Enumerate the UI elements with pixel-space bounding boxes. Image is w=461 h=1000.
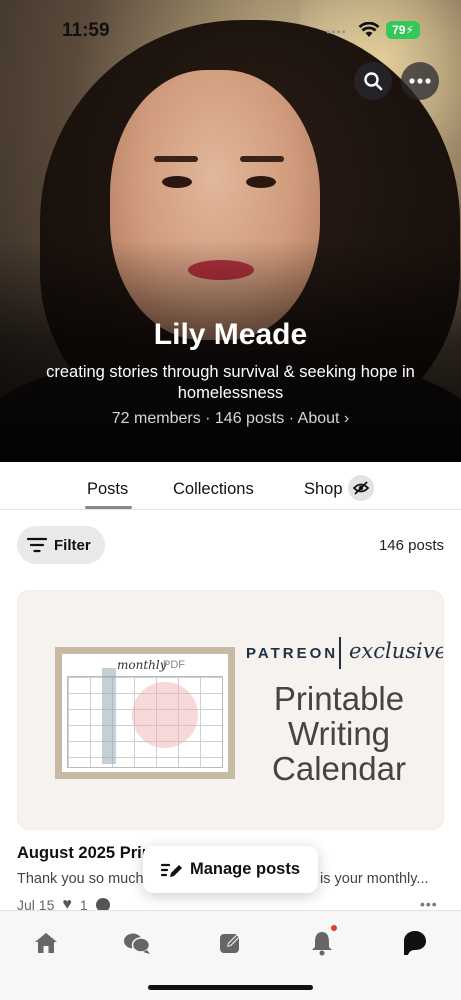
- chevron-right-icon: ›: [339, 410, 350, 427]
- creator-name: Lily Meade: [153, 318, 308, 351]
- nav-create[interactable]: [217, 929, 245, 957]
- post-excerpt-end: is your monthly...: [320, 871, 429, 887]
- more-icon: [409, 78, 431, 84]
- home-indicator: [148, 985, 313, 990]
- exclusive-label: exclusive: [349, 639, 444, 663]
- patreon-wordmark: PATREON: [246, 645, 339, 662]
- more-options-button[interactable]: [401, 62, 439, 100]
- search-button[interactable]: [354, 62, 392, 100]
- eye-left: [162, 176, 192, 188]
- nav-home[interactable]: [32, 929, 60, 957]
- creator-stats: 72 members · 146 posts · About ›: [0, 410, 461, 428]
- wordmark-divider: [339, 637, 341, 669]
- status-bar: 11:59 •••• 79⚡: [0, 0, 461, 60]
- home-icon: [35, 933, 57, 953]
- filter-icon: [27, 537, 47, 553]
- battery-indicator: 79⚡: [386, 21, 420, 39]
- stats-separator: ·: [200, 410, 215, 427]
- calendar-band: [102, 668, 116, 764]
- nav-creator-page[interactable]: [400, 929, 428, 957]
- manage-posts-button[interactable]: Manage posts: [143, 846, 318, 893]
- members-count[interactable]: 72 members: [112, 410, 201, 427]
- tab-posts[interactable]: Posts: [87, 480, 128, 499]
- wifi-icon: [358, 22, 380, 37]
- brow-left: [154, 156, 198, 162]
- creator-tagline: creating stories through survival & seek…: [46, 363, 415, 402]
- manage-posts-label: Manage posts: [189, 860, 301, 878]
- chat-icon: [124, 933, 151, 954]
- stats-separator: ·: [284, 410, 298, 427]
- brow-right: [240, 156, 284, 162]
- post-title[interactable]: August 2025 Printable Writing Calendar: [17, 844, 157, 863]
- calendar-preview: monthly PDF: [55, 647, 235, 779]
- bell-icon: [312, 932, 332, 956]
- create-icon: [220, 934, 240, 953]
- calendar-sheet: monthly PDF: [62, 654, 228, 772]
- eye-right: [246, 176, 276, 188]
- post-excerpt: Thank you so much: [17, 871, 144, 887]
- hidden-eye-icon[interactable]: [348, 475, 374, 501]
- post-count: 146 posts: [378, 537, 444, 554]
- about-link[interactable]: About: [298, 410, 340, 427]
- creator-hero: Lily Meade creating stories through surv…: [0, 0, 461, 462]
- active-tab-indicator: [85, 506, 132, 509]
- nav-notifications[interactable]: [308, 929, 336, 957]
- search-icon: [364, 72, 383, 91]
- status-time: 11:59: [62, 20, 110, 41]
- signal-icon: ••••: [326, 25, 347, 39]
- notification-badge: [331, 925, 337, 931]
- calendar-label: monthly: [117, 658, 167, 672]
- post-image[interactable]: monthly PDF PATREON exclusive Printable …: [17, 590, 444, 830]
- patreon-icon: [404, 931, 426, 955]
- image-title: Printable Writing Calendar: [272, 680, 406, 787]
- posts-count[interactable]: 146 posts: [215, 410, 284, 427]
- content-tabs: Posts Collections Shop: [0, 462, 461, 510]
- tab-collections[interactable]: Collections: [173, 480, 254, 499]
- edit-lines-icon: [160, 863, 182, 877]
- filter-label: Filter: [54, 536, 91, 554]
- calendar-sub: PDF: [163, 659, 185, 671]
- battery-level: 79: [392, 23, 406, 37]
- filter-button[interactable]: Filter: [17, 526, 105, 564]
- charging-icon: ⚡: [405, 23, 414, 37]
- tab-shop[interactable]: Shop: [304, 480, 343, 499]
- calendar-blob: [132, 682, 198, 748]
- nav-chats[interactable]: [123, 929, 151, 957]
